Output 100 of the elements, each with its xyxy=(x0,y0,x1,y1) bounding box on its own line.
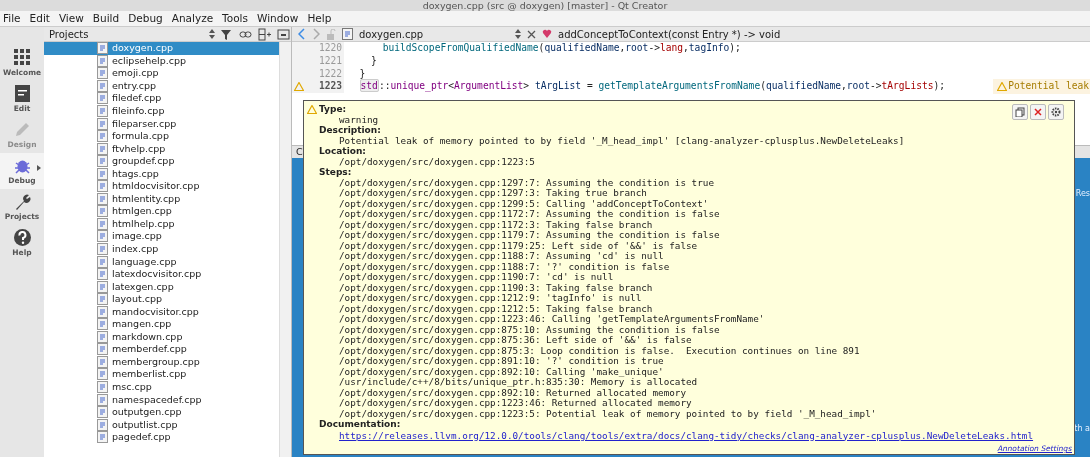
project-tree-row[interactable]: groupdef.cpp xyxy=(44,154,279,168)
file-icon xyxy=(97,192,108,205)
close-panel-icon[interactable] xyxy=(277,27,291,41)
project-tree-row[interactable]: htmldocvisitor.cpp xyxy=(44,180,279,193)
step-line: /opt/doxygen/src/doxygen.cpp:1212:5: Taking false branch xyxy=(338,303,654,314)
step-line: /opt/doxygen/src/doxygen.cpp:875:10: Assuming the condition is false xyxy=(338,324,720,335)
project-tree-row[interactable]: namespacedef.cpp xyxy=(44,393,279,406)
project-tree-row[interactable]: pagedef.cpp xyxy=(44,430,279,444)
project-tree-row[interactable]: doxygen.cpp xyxy=(44,42,279,55)
file-icon xyxy=(97,142,108,155)
copy-button[interactable] xyxy=(1012,104,1028,120)
file-selector[interactable]: doxygen.cpp xyxy=(359,26,509,42)
step-line: /opt/doxygen/src/doxygen.cpp:891:10: '?' condition is true xyxy=(338,356,665,367)
project-tree-row[interactable]: memberlist.cpp xyxy=(44,368,279,381)
menu-item[interactable]: Window xyxy=(257,10,299,27)
menu-item[interactable]: View xyxy=(58,10,84,27)
project-tree-row[interactable]: emoji.cpp xyxy=(44,67,279,80)
project-tree-row[interactable]: formula.cpp xyxy=(44,129,279,143)
menu-item[interactable]: Debug xyxy=(128,10,163,27)
project-tree-row[interactable]: outputgen.cpp xyxy=(44,405,279,419)
close-icon xyxy=(1033,107,1043,117)
menu-item[interactable]: File xyxy=(3,10,21,27)
close-icon[interactable] xyxy=(527,29,536,39)
step-line: /opt/doxygen/src/doxygen.cpp:892:10: Calling 'make_unique' xyxy=(338,366,665,377)
inline-annotation[interactable]: Potential leak xyxy=(993,79,1090,94)
project-tree-row[interactable]: fileinfo.cpp xyxy=(44,104,279,118)
project-tree-row[interactable]: image.cpp xyxy=(44,230,279,243)
project-tree-row[interactable]: htmlhelp.cpp xyxy=(44,217,279,231)
file-icon xyxy=(97,117,108,130)
expand-arrow-icon xyxy=(37,165,41,171)
step-line: /opt/doxygen/src/doxygen.cpp:1223:46: Calling 'getTemplateArgumentsFromName' xyxy=(338,314,766,325)
project-tree-row[interactable]: memberdef.cpp xyxy=(44,343,279,356)
scrollbar[interactable] xyxy=(279,42,291,457)
field-label: Type: xyxy=(319,104,347,115)
project-tree-row[interactable]: latexgen.cpp xyxy=(44,280,279,293)
line-number: 1223 xyxy=(317,79,343,94)
dropdown-icon[interactable] xyxy=(515,29,521,39)
file-icon xyxy=(97,280,108,293)
file-icon xyxy=(97,243,108,255)
annotation-text: Potential leak xyxy=(1008,79,1089,94)
project-tree-row[interactable]: htmlentity.cpp xyxy=(44,192,279,206)
step-line: /opt/doxygen/src/doxygen.cpp:1212:9: 'tagInfo' is null xyxy=(338,293,643,304)
menu-item[interactable]: Build xyxy=(92,10,120,27)
project-tree-row[interactable]: fileparser.cpp xyxy=(44,117,279,130)
project-tree-row[interactable]: htmlgen.cpp xyxy=(44,205,279,218)
project-tree-row[interactable]: language.cpp xyxy=(44,255,279,268)
project-tree-row[interactable]: eclipsehelp.cpp xyxy=(44,54,279,68)
file-icon xyxy=(97,343,108,356)
symbol-selector[interactable]: addConceptToContext(const Entry *) -> void xyxy=(558,26,781,42)
project-tree-row[interactable]: filedef.cpp xyxy=(44,92,279,105)
dropdown-icon[interactable] xyxy=(209,29,215,39)
line-number: 1222 xyxy=(317,66,343,81)
documentation-link[interactable]: https://releases.llvm.org/12.0.0/tools/clang/tools/extra/docs/clang-tidy/checks/clang-analyzer-cplusplus.NewDeleteLeaks.html xyxy=(339,429,1034,441)
project-tree-row[interactable]: ftvhelp.cpp xyxy=(44,142,279,155)
project-tree-row[interactable]: membergroup.cpp xyxy=(44,355,279,369)
pane-title: C xyxy=(296,145,303,157)
step-line: /opt/doxygen/src/doxygen.cpp:1179:25: Left side of '&&' is false xyxy=(338,240,699,251)
menu-item[interactable]: Analyze xyxy=(171,10,214,27)
settings-icon xyxy=(1051,107,1061,117)
project-tree-row[interactable]: mangen.cpp xyxy=(44,318,279,331)
close-button[interactable] xyxy=(1030,104,1046,120)
split-icon[interactable] xyxy=(258,27,272,41)
field-label: Steps: xyxy=(318,167,353,178)
step-line: /opt/doxygen/src/doxygen.cpp:1190:3: Taking false branch xyxy=(338,282,654,293)
file-icon xyxy=(97,293,108,306)
code-line: } xyxy=(358,66,366,81)
file-icon xyxy=(97,230,108,243)
code-line: buildScopeFromQualifiedName(qualifiedName,root->lang,tagInfo); xyxy=(381,41,741,56)
file-icon xyxy=(97,431,108,444)
project-tree-row[interactable]: entry.cpp xyxy=(44,79,279,93)
step-line: /opt/doxygen/src/doxygen.cpp:892:10: Returned allocated memory xyxy=(338,387,688,398)
pane-text: th a xyxy=(1074,422,1090,435)
menu-item[interactable]: Tools xyxy=(222,10,248,27)
file-icon xyxy=(97,79,108,92)
project-tree-row[interactable]: outputlist.cpp xyxy=(44,418,279,431)
line-number: 1220 xyxy=(317,41,343,56)
file-icon xyxy=(97,54,108,67)
lock-icon xyxy=(326,28,336,40)
file-icon xyxy=(97,305,108,318)
file-icon xyxy=(97,92,108,105)
project-tree-row[interactable]: markdown.cpp xyxy=(44,330,279,344)
project-tree-row[interactable]: htags.cpp xyxy=(44,167,279,180)
step-line: /opt/doxygen/src/doxygen.cpp:1188:7: Assuming 'cd' is null xyxy=(338,251,665,262)
project-tree-row[interactable]: index.cpp xyxy=(44,242,279,256)
step-line: /opt/doxygen/src/doxygen.cpp:1297:3: Taking true branch xyxy=(338,188,648,199)
file-icon xyxy=(97,180,108,193)
settings-button[interactable] xyxy=(1048,104,1064,120)
file-icon xyxy=(97,355,108,368)
step-line: /usr/include/c++/8/bits/unique_ptr.h:835:30: Memory is allocated xyxy=(338,377,699,388)
step-line: /opt/doxygen/src/doxygen.cpp:1179:7: Assuming the condition is false xyxy=(338,230,721,241)
project-tree-row[interactable]: layout.cpp xyxy=(44,292,279,306)
project-tree-row[interactable]: mandocvisitor.cpp xyxy=(44,305,279,319)
menu-item[interactable]: Edit xyxy=(29,10,50,27)
field-value: /opt/doxygen/src/doxygen.cpp:1223:5 xyxy=(338,156,536,167)
project-tree-row[interactable]: msc.cpp xyxy=(44,380,279,394)
field-label: Location: xyxy=(318,146,367,157)
menu-item[interactable]: Help xyxy=(307,10,332,27)
file-icon xyxy=(97,393,108,406)
field-value: warning xyxy=(339,114,380,125)
project-tree-row[interactable]: latexdocvisitor.cpp xyxy=(44,267,279,281)
